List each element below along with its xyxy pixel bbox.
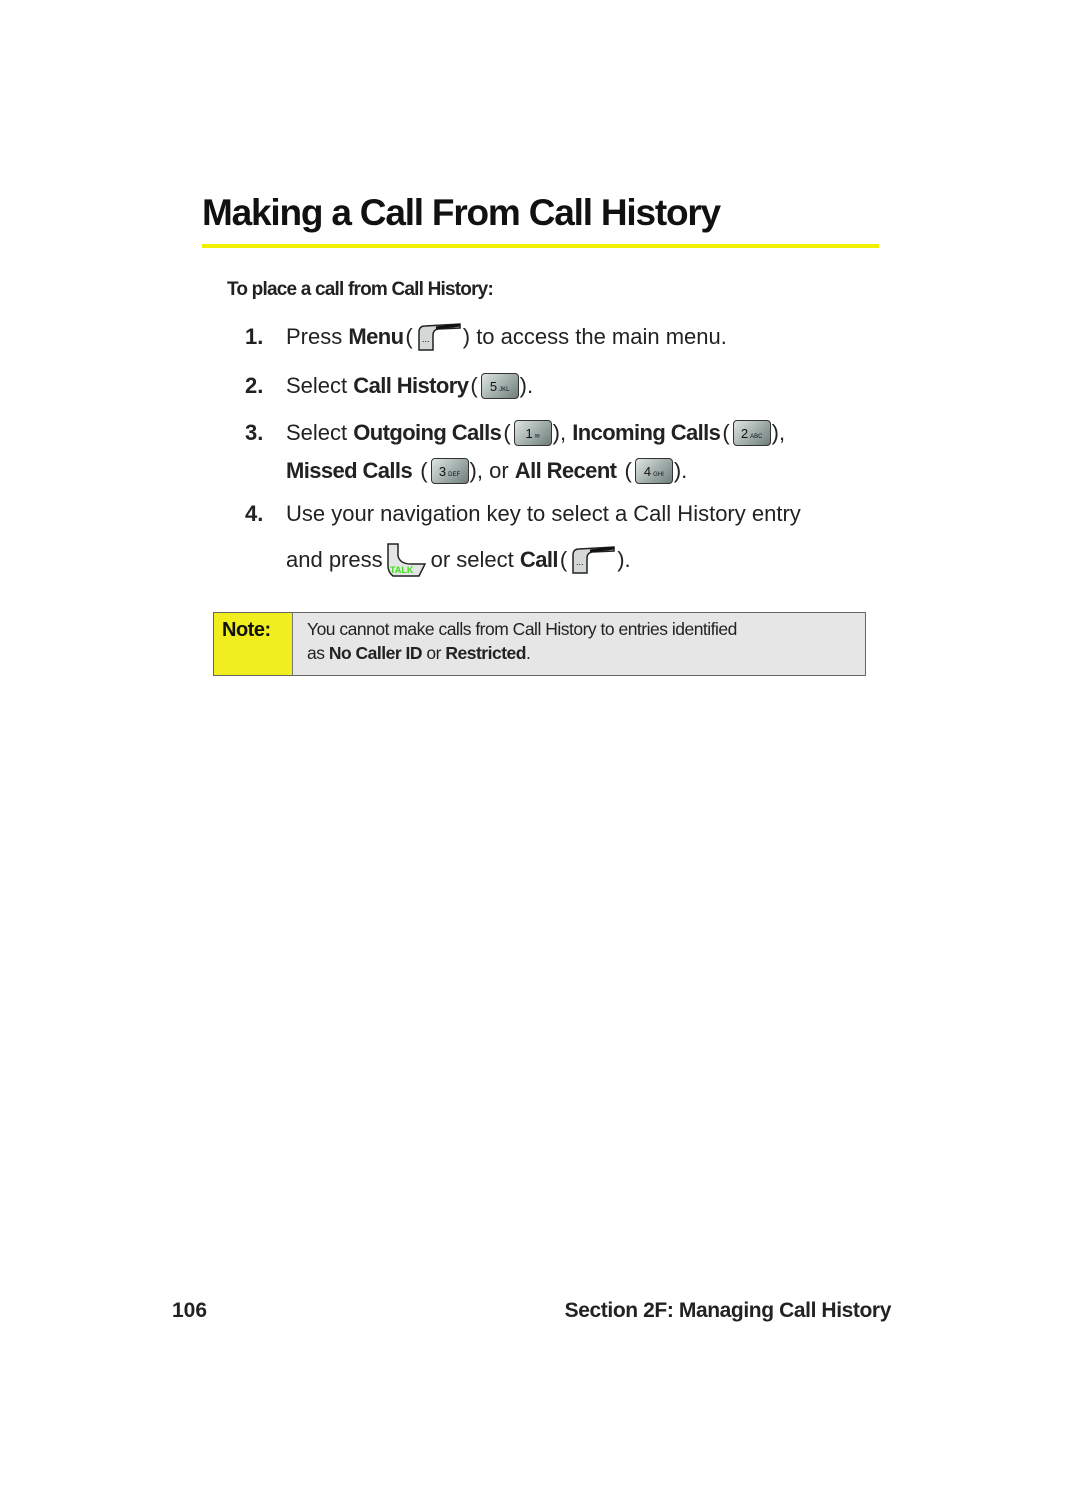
page-title: Making a Call From Call History <box>202 192 721 233</box>
step-number: 2. <box>245 373 264 398</box>
key-3-icon: 3 DEF <box>430 458 469 484</box>
step-number: 1. <box>245 324 264 349</box>
call-softkey-icon: ... <box>570 545 616 575</box>
step-3: 3. Select Outgoing Calls ( 1 ✉ ), Incomin… <box>245 420 786 446</box>
talk-key-icon: TALK <box>385 542 427 578</box>
no-caller-id-label: No Caller ID <box>328 643 423 663</box>
incoming-calls-label: Incoming Calls <box>572 420 721 445</box>
step-4: 4. Use your navigation key to select a C… <box>245 501 801 526</box>
step-number: 4. <box>245 501 264 526</box>
step-number: 3. <box>245 420 264 445</box>
svg-text:...: ... <box>576 557 584 567</box>
svg-text:...: ... <box>422 334 430 344</box>
procedure-heading: To place a call from Call History: <box>227 279 494 300</box>
section-title: Section 2F: Managing Call History <box>564 1299 892 1322</box>
note-text: You cannot make calls from Call History … <box>307 619 737 663</box>
step-2: 2. Select Call History ( 5 JKL ). <box>245 373 534 399</box>
page-number: 106 <box>172 1299 208 1322</box>
key-5-icon: 5 JKL <box>480 373 519 399</box>
step-3-continued: Missed Calls ( 3 DEF ), or All Recent ( 4… <box>286 458 688 484</box>
svg-text:TALK: TALK <box>390 565 414 575</box>
step-text: Press <box>286 324 343 349</box>
key-1-icon: 1 ✉ <box>513 420 552 446</box>
note-box: Note: You cannot make calls from Call Hi… <box>213 612 866 676</box>
menu-label: Menu <box>348 324 404 349</box>
restricted-label: Restricted <box>445 643 526 663</box>
key-4-icon: 4 GHI <box>634 458 673 484</box>
missed-calls-label: Missed Calls <box>286 458 413 483</box>
all-recent-label: All Recent <box>514 458 617 483</box>
call-label: Call <box>519 547 559 572</box>
step-1: 1. Press Menu ( ... ) to access the main… <box>245 322 727 352</box>
menu-softkey-icon: ... <box>416 322 462 352</box>
call-history-label: Call History <box>353 373 469 398</box>
outgoing-calls-label: Outgoing Calls <box>353 420 502 445</box>
step-4-continued: and press TALK or select Call ( ... ). <box>286 542 631 578</box>
key-2-icon: 2 ABC <box>732 420 771 446</box>
title-underline <box>202 244 879 248</box>
note-label: Note: <box>214 613 293 675</box>
